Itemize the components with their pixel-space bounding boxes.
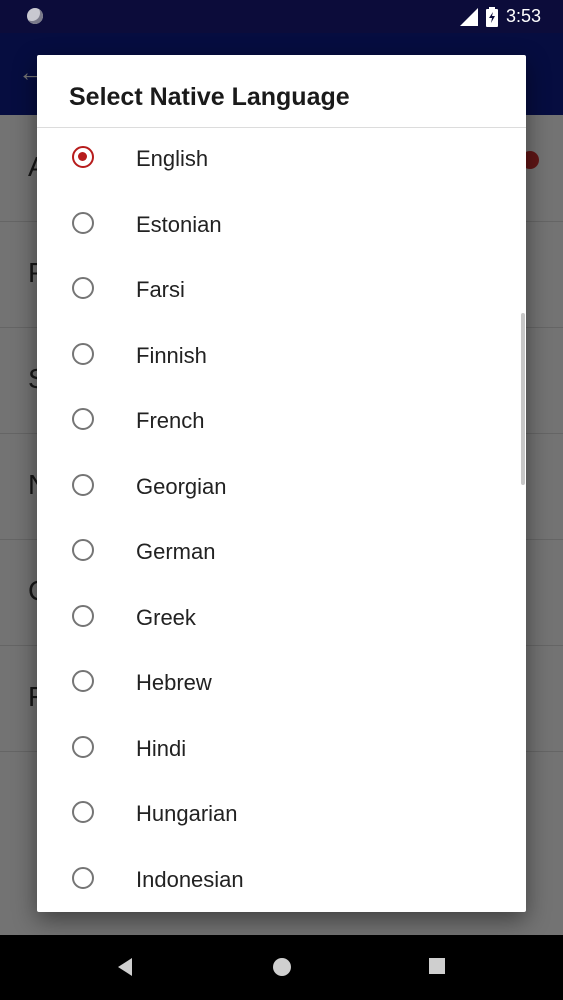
battery-charging-icon: [485, 6, 498, 27]
radio-button[interactable]: [72, 801, 94, 823]
navigation-bar: [0, 935, 563, 1000]
select-native-language-dialog: Select Native Language English Estonian …: [37, 55, 526, 912]
language-label: Hebrew: [136, 670, 212, 695]
radio-button[interactable]: [72, 473, 94, 496]
language-option[interactable]: German: [37, 521, 526, 587]
language-label: German: [136, 539, 216, 564]
radio-button[interactable]: [72, 539, 94, 561]
language-option[interactable]: Hungarian: [37, 783, 526, 849]
language-label: Finnish: [136, 342, 207, 368]
language-label: Georgian: [136, 473, 227, 499]
clock: 3:53: [505, 6, 541, 26]
language-label: Indonesian: [136, 866, 244, 892]
language-label: French: [136, 408, 205, 433]
radio-button[interactable]: [72, 604, 94, 627]
radio-button[interactable]: [72, 670, 94, 692]
radio-button[interactable]: [72, 211, 94, 234]
scrollbar[interactable]: [521, 313, 525, 485]
radio-button[interactable]: [72, 277, 94, 299]
radio-button[interactable]: [72, 866, 94, 889]
signal-icon: [459, 7, 478, 26]
language-label: Hindi: [136, 735, 187, 761]
radio-button[interactable]: [72, 735, 94, 758]
language-option[interactable]: Hindi: [37, 718, 526, 784]
language-option[interactable]: English: [37, 128, 526, 194]
recents-square-icon[interactable]: [428, 957, 446, 980]
language-label: Farsi: [136, 277, 185, 302]
language-option[interactable]: French: [37, 390, 526, 456]
status-icons: 3:53: [459, 0, 541, 33]
back-triangle-icon[interactable]: [116, 957, 134, 982]
radio-button[interactable]: [72, 408, 94, 430]
language-label: English: [136, 146, 209, 171]
status-bar: 3:53: [0, 0, 563, 33]
language-options: English Estonian Farsi Finnish French Ge…: [37, 128, 526, 912]
notification-dot-icon: [27, 8, 43, 24]
language-option[interactable]: Finnish: [37, 325, 526, 391]
dialog-title: Select Native Language: [69, 83, 350, 111]
language-label: Greek: [136, 604, 196, 630]
language-label: Hungarian: [136, 801, 238, 826]
language-option[interactable]: Farsi: [37, 259, 526, 325]
radio-button-checked[interactable]: [72, 146, 94, 168]
language-option[interactable]: Indonesian: [37, 849, 526, 913]
home-circle-icon[interactable]: [272, 957, 292, 982]
language-option[interactable]: Greek: [37, 587, 526, 653]
language-option[interactable]: Estonian: [37, 194, 526, 260]
language-option[interactable]: Georgian: [37, 456, 526, 522]
language-label: Estonian: [136, 211, 222, 237]
language-option[interactable]: Hebrew: [37, 652, 526, 718]
radio-button[interactable]: [72, 342, 94, 365]
